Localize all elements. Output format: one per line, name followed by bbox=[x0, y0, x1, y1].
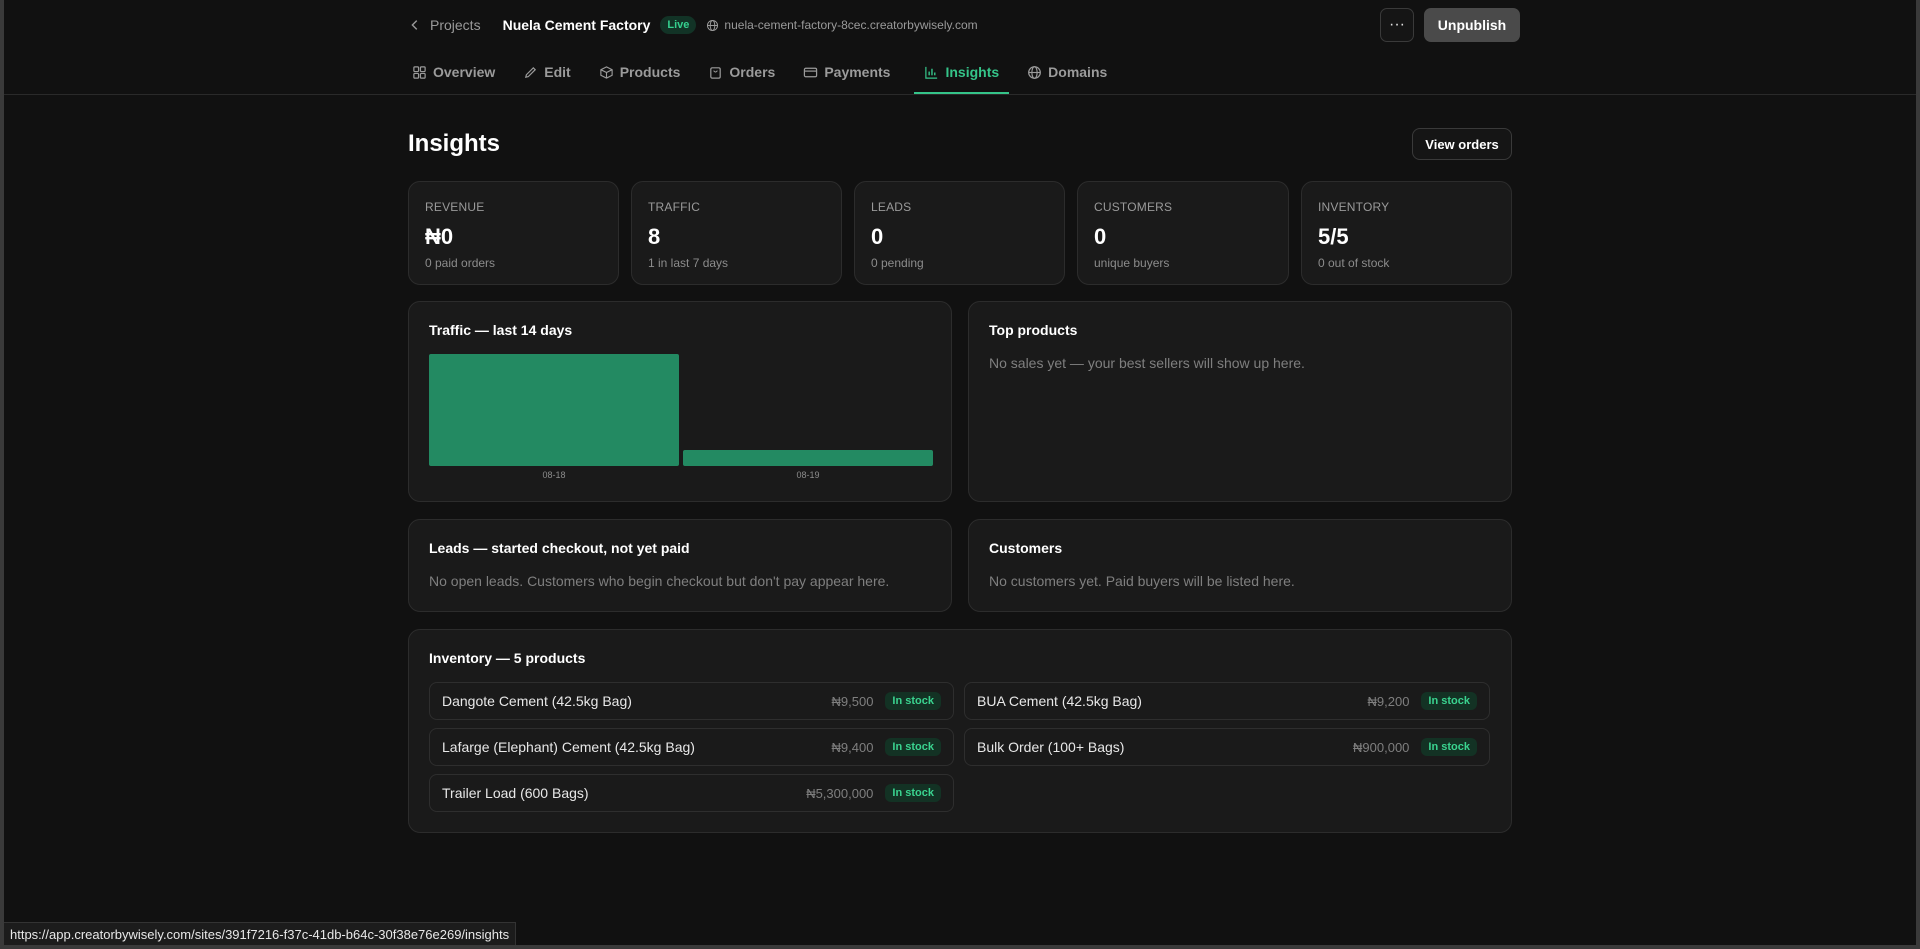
tab-overview[interactable]: Overview bbox=[408, 55, 505, 94]
site-header: Projects Nuela Cement Factory Live nuela… bbox=[408, 10, 978, 40]
product-name: Bulk Order (100+ Bags) bbox=[977, 739, 1125, 755]
stock-status-badge: In stock bbox=[1421, 692, 1477, 710]
page-title: Insights bbox=[408, 130, 501, 157]
traffic-chart-panel: Traffic — last 14 days 08-18 08-19 bbox=[408, 301, 952, 502]
tab-label: Products bbox=[619, 64, 681, 80]
empty-state-text: No sales yet — your best sellers will sh… bbox=[989, 355, 1305, 371]
stat-subtext: 0 paid orders bbox=[425, 256, 496, 270]
stat-value: 0 bbox=[1094, 224, 1107, 249]
tab-label: Payments bbox=[824, 64, 891, 80]
top-bar: Projects Nuela Cement Factory Live nuela… bbox=[0, 0, 1920, 95]
x-tick-label: 08-18 bbox=[542, 470, 565, 480]
bag-icon bbox=[710, 67, 722, 79]
tab-insights[interactable]: Insights bbox=[914, 55, 1010, 94]
stock-status-badge: In stock bbox=[885, 738, 941, 756]
site-name: Nuela Cement Factory bbox=[502, 17, 651, 33]
tab-edit[interactable]: Edit bbox=[519, 55, 580, 94]
inventory-panel: Inventory — 5 products Dangote Cement (4… bbox=[408, 629, 1512, 833]
empty-state-text: No customers yet. Paid buyers will be li… bbox=[989, 573, 1295, 589]
view-orders-button[interactable]: View orders bbox=[1412, 128, 1512, 160]
stat-card-customers: CUSTOMERS 0 unique buyers bbox=[1077, 181, 1289, 285]
site-url: nuela-cement-factory-8cec.creatorbywisel… bbox=[724, 18, 978, 32]
customers-panel: Customers No customers yet. Paid buyers … bbox=[968, 519, 1512, 612]
stat-subtext: unique buyers bbox=[1094, 256, 1170, 270]
panel-title: Inventory — 5 products bbox=[429, 650, 586, 666]
stat-label: INVENTORY bbox=[1318, 200, 1390, 214]
product-name: Dangote Cement (42.5kg Bag) bbox=[442, 693, 632, 709]
product-price: ₦900,000 bbox=[1353, 739, 1410, 755]
stat-subtext: 0 pending bbox=[871, 256, 924, 270]
tab-label: Insights bbox=[945, 64, 1000, 80]
product-name: BUA Cement (42.5kg Bag) bbox=[977, 693, 1142, 709]
box-icon bbox=[600, 66, 613, 79]
globe-icon bbox=[707, 19, 719, 31]
card-icon bbox=[804, 67, 818, 78]
stat-card-traffic: TRAFFIC 8 1 in last 7 days bbox=[631, 181, 842, 285]
stat-label: REVENUE bbox=[425, 200, 485, 214]
browser-status-url: https://app.creatorbywisely.com/sites/39… bbox=[4, 922, 517, 945]
product-name: Trailer Load (600 Bags) bbox=[442, 785, 589, 801]
inventory-item[interactable]: Bulk Order (100+ Bags) ₦900,000 In stock bbox=[964, 728, 1490, 766]
tab-products[interactable]: Products bbox=[595, 55, 691, 94]
tab-label: Orders bbox=[729, 64, 776, 80]
product-price: ₦9,400 bbox=[831, 739, 874, 755]
inventory-item[interactable]: Lafarge (Elephant) Cement (42.5kg Bag) ₦… bbox=[429, 728, 954, 766]
traffic-bar bbox=[683, 450, 933, 466]
inventory-item[interactable]: BUA Cement (42.5kg Bag) ₦9,200 In stock bbox=[964, 682, 1490, 720]
bar-chart-icon bbox=[925, 66, 938, 79]
stat-card-revenue: REVENUE ₦0 0 paid orders bbox=[408, 181, 619, 285]
back-label: Projects bbox=[430, 17, 481, 33]
live-status-badge: Live bbox=[660, 16, 697, 34]
stock-status-badge: In stock bbox=[1421, 738, 1477, 756]
leads-panel: Leads — started checkout, not yet paid N… bbox=[408, 519, 952, 612]
stock-status-badge: In stock bbox=[885, 784, 941, 802]
traffic-bar bbox=[429, 354, 679, 466]
ellipsis-icon: ··· bbox=[1389, 16, 1405, 33]
product-price: ₦9,500 bbox=[831, 693, 874, 709]
tab-bar: Overview Edit Products Orders Payments I… bbox=[408, 55, 1131, 94]
top-products-panel: Top products No sales yet — your best se… bbox=[968, 301, 1512, 502]
unpublish-button[interactable]: Unpublish bbox=[1424, 8, 1520, 42]
tab-label: Edit bbox=[544, 64, 571, 80]
chevron-left-icon bbox=[411, 20, 418, 30]
product-price: ₦5,300,000 bbox=[806, 785, 874, 801]
stock-status-badge: In stock bbox=[885, 692, 941, 710]
traffic-bar-chart: 08-18 08-19 bbox=[429, 354, 933, 480]
panel-title: Customers bbox=[989, 540, 1063, 556]
tab-domains[interactable]: Domains bbox=[1023, 55, 1117, 94]
panel-title: Top products bbox=[989, 322, 1078, 338]
stat-value: ₦0 bbox=[425, 224, 454, 249]
tab-orders[interactable]: Orders bbox=[704, 55, 785, 94]
x-tick-label: 08-19 bbox=[796, 470, 819, 480]
grid-icon bbox=[413, 66, 426, 79]
stat-label: LEADS bbox=[871, 200, 912, 214]
product-price: ₦9,200 bbox=[1367, 693, 1410, 709]
globe-icon bbox=[1028, 66, 1042, 79]
stat-card-inventory: INVENTORY 5/5 0 out of stock bbox=[1301, 181, 1512, 285]
inventory-item[interactable]: Trailer Load (600 Bags) ₦5,300,000 In st… bbox=[429, 774, 954, 812]
product-name: Lafarge (Elephant) Cement (42.5kg Bag) bbox=[442, 739, 695, 755]
stat-subtext: 1 in last 7 days bbox=[648, 256, 729, 270]
stat-value: 5/5 bbox=[1318, 224, 1349, 249]
empty-state-text: No open leads. Customers who begin check… bbox=[429, 573, 890, 589]
site-url-link[interactable]: nuela-cement-factory-8cec.creatorbywisel… bbox=[706, 18, 978, 32]
inventory-item[interactable]: Dangote Cement (42.5kg Bag) ₦9,500 In st… bbox=[429, 682, 954, 720]
stat-subtext: 0 out of stock bbox=[1318, 256, 1390, 270]
back-to-projects-link[interactable]: Projects bbox=[408, 17, 481, 33]
stat-label: TRAFFIC bbox=[648, 200, 701, 214]
stat-value: 8 bbox=[648, 224, 661, 249]
more-options-button[interactable]: ··· bbox=[1380, 8, 1414, 42]
pencil-icon bbox=[525, 66, 537, 79]
tab-label: Overview bbox=[433, 64, 496, 80]
tab-payments[interactable]: Payments bbox=[799, 55, 900, 94]
stat-label: CUSTOMERS bbox=[1094, 200, 1173, 214]
stat-card-leads: LEADS 0 0 pending bbox=[854, 181, 1065, 285]
stat-value: 0 bbox=[871, 224, 884, 249]
tab-label: Domains bbox=[1048, 64, 1108, 80]
panel-title: Leads — started checkout, not yet paid bbox=[429, 540, 690, 556]
panel-title: Traffic — last 14 days bbox=[429, 322, 573, 338]
